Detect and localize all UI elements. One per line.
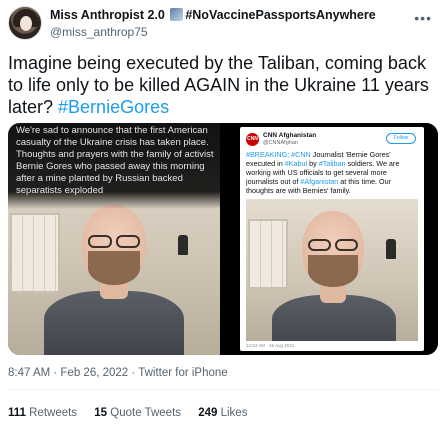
avatar[interactable] [8, 6, 42, 40]
media-image-left[interactable]: We're sad to announce that the first Ame… [8, 123, 220, 355]
retweets-stat[interactable]: 111 Retweets [8, 407, 77, 419]
more-horizontal-icon[interactable]: ••• [414, 10, 432, 26]
quote-tweets-stat[interactable]: 15 Quote Tweets [94, 407, 181, 419]
embedded-hashtag: #Afganistan [300, 177, 339, 186]
media-grid: We're sad to announce that the first Ame… [8, 123, 438, 355]
embedded-text-segment: by [307, 159, 319, 168]
embedded-tweet-timestamp: 12:04 AM · 16 Aug 2021 [246, 343, 295, 348]
user-handle[interactable]: @miss_anthrop75 [50, 25, 376, 39]
embedded-hashtag: #Kabul [284, 159, 308, 168]
image-caption: We're sad to announce that the first Ame… [16, 125, 214, 196]
embedded-hashtag: #Taliban [318, 159, 346, 168]
tweet-header: Miss Anthropist 2.0 #NoVaccinePassportsA… [8, 6, 438, 46]
likes-count: 249 [198, 407, 218, 419]
likes-label: Likes [220, 407, 248, 419]
divider [8, 389, 438, 390]
display-name[interactable]: Miss Anthropist 2.0 #NoVaccinePassportsA… [50, 8, 376, 22]
hashtag-link[interactable]: #BernieGores [58, 97, 169, 117]
embedded-tweet-text: #BREAKING: #CNN Journalist 'Bernie Gores… [246, 150, 418, 195]
likes-stat[interactable]: 249 Likes [198, 407, 247, 419]
embedded-tweet-name: CNN Afghanistan [263, 132, 317, 139]
display-name-text: Miss Anthropist 2.0 [50, 8, 165, 22]
embedded-tweet-card: CNN CNN Afghanistan @CNNAfghan Follow #B… [240, 127, 424, 351]
cnn-logo-icon: CNN [246, 133, 259, 146]
tweet-text: Imagine being executed by the Taliban, c… [8, 52, 438, 118]
tweet-timestamp[interactable]: 8:47 AM · Feb 26, 2022 · Twitter for iPh… [8, 367, 228, 379]
user-info[interactable]: Miss Anthropist 2.0 #NoVaccinePassportsA… [50, 8, 376, 39]
retweets-label: Retweets [29, 407, 78, 419]
embedded-follow-button: Follow [386, 133, 416, 144]
embedded-tweet-handle: @CNNAfghan [263, 140, 298, 146]
quote-tweets-label: Quote Tweets [110, 407, 182, 419]
display-name-hashtag: #NoVaccinePassportsAnywhere [185, 8, 376, 22]
man-photo-right [246, 199, 418, 341]
engagement-stats: 111 Retweets 15 Quote Tweets 249 Likes [8, 407, 261, 419]
embedded-hashtag: #BREAKING [246, 150, 288, 159]
embedded-hashtag: #CNN [291, 150, 311, 159]
cityscape-emoji-icon [170, 8, 184, 21]
quote-tweets-count: 15 [94, 407, 108, 419]
retweets-count: 111 [8, 407, 26, 419]
media-image-right[interactable]: CNN CNN Afghanistan @CNNAfghan Follow #B… [222, 123, 438, 355]
